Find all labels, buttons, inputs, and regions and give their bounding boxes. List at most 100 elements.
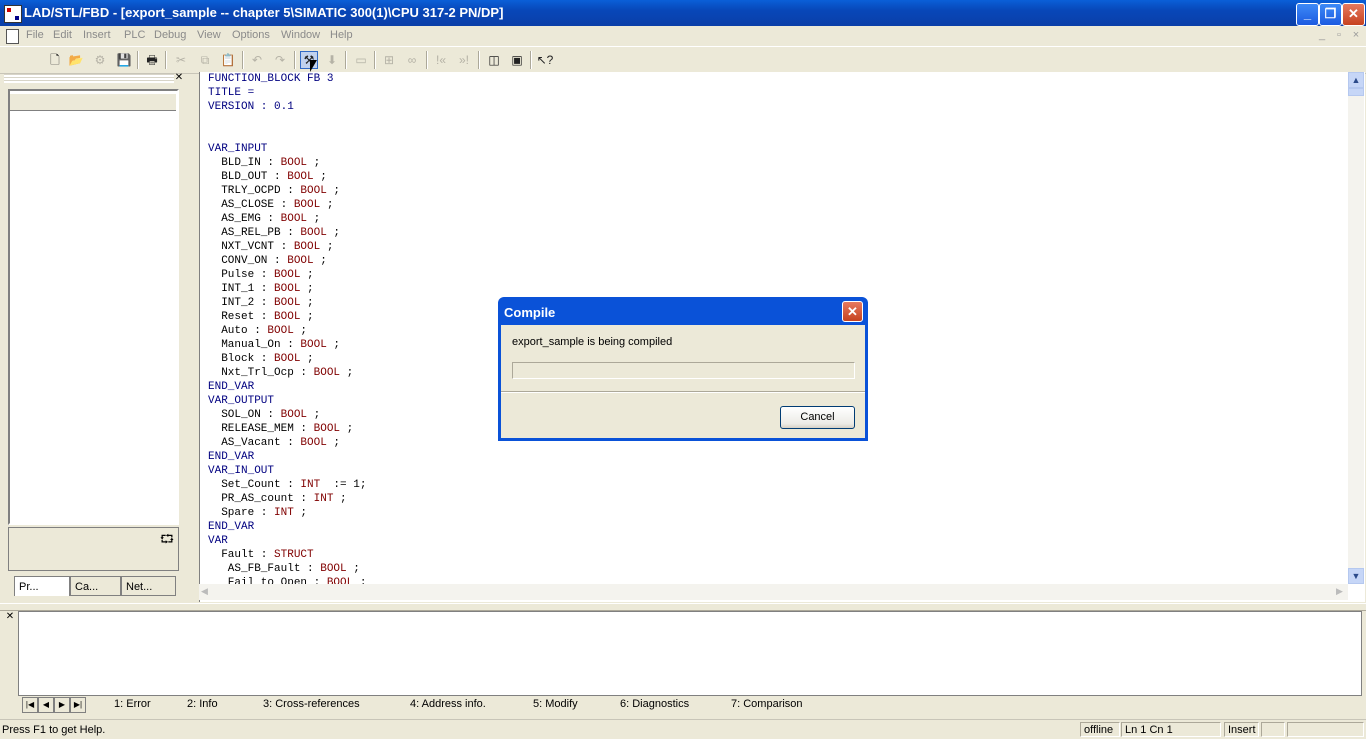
code-token: Block :	[208, 353, 275, 365]
tab-network[interactable]: Net...	[121, 576, 176, 596]
menu-options[interactable]: Options	[232, 29, 270, 41]
code-line[interactable]: VERSION : 0.1	[208, 100, 1338, 114]
horizontal-scrollbar[interactable]: ◀ ▶	[199, 584, 1348, 600]
code-line[interactable]: Set_Count : INT := 1;	[208, 478, 1338, 492]
code-token: BOOL	[280, 213, 308, 225]
code-token: ;	[326, 339, 341, 351]
vertical-scrollbar[interactable]: ▲ ▼	[1348, 72, 1364, 584]
menu-help[interactable]: Help	[330, 29, 353, 41]
left-panel-close-icon[interactable]: ✕	[174, 73, 184, 83]
left-panel-grip[interactable]	[4, 74, 174, 83]
scroll-thumb[interactable]	[1348, 88, 1364, 96]
code-line[interactable]: AS_FB_Fault : BOOL ;	[208, 562, 1338, 576]
code-line[interactable]	[208, 114, 1338, 128]
scroll-left-icon[interactable]: ◀	[201, 586, 208, 597]
minimize-button[interactable]: _	[1296, 3, 1319, 26]
detail-toggle-icon[interactable]: ⮔	[158, 530, 176, 548]
output-splitter[interactable]	[0, 603, 1366, 611]
code-line[interactable]	[208, 128, 1338, 142]
tab-error[interactable]: 1: Error	[114, 696, 151, 713]
tab-info[interactable]: 2: Info	[187, 696, 218, 713]
code-line[interactable]: CONV_ON : BOOL ;	[208, 254, 1338, 268]
code-line[interactable]: END_VAR	[208, 520, 1338, 534]
undo-icon[interactable]: ↶	[248, 51, 266, 69]
menu-window[interactable]: Window	[281, 29, 320, 41]
code-line[interactable]: AS_EMG : BOOL ;	[208, 212, 1338, 226]
new-icon[interactable]: 🗋	[46, 51, 64, 69]
code-line[interactable]: AS_CLOSE : BOOL ;	[208, 198, 1338, 212]
save-icon[interactable]: 💾	[115, 51, 133, 69]
code-line[interactable]: VAR	[208, 534, 1338, 548]
code-token: BOOL	[280, 157, 308, 169]
last-tab-icon[interactable]: ▶|	[70, 697, 86, 713]
paste-icon[interactable]: 📋	[219, 51, 237, 69]
monitor-icon[interactable]: ▭	[352, 51, 370, 69]
window-title-bar[interactable]: LAD/STL/FBD - [export_sample -- chapter …	[0, 0, 1366, 26]
print-icon[interactable]: 🖶	[143, 51, 161, 69]
download-icon[interactable]: ⬇	[323, 51, 341, 69]
code-line[interactable]: BLD_IN : BOOL ;	[208, 156, 1338, 170]
breakpoint-next-icon[interactable]: »!	[455, 51, 473, 69]
menu-edit[interactable]: Edit	[53, 29, 72, 41]
code-line[interactable]: VAR_INPUT	[208, 142, 1338, 156]
menu-file[interactable]: File	[26, 29, 44, 41]
code-line[interactable]: Spare : INT ;	[208, 506, 1338, 520]
help-pointer-icon[interactable]: ↖?	[536, 51, 554, 69]
code-token: INT	[300, 479, 321, 491]
open-icon[interactable]: 📂	[67, 51, 85, 69]
code-line[interactable]: PR_AS_count : INT ;	[208, 492, 1338, 506]
redo-icon[interactable]: ↷	[271, 51, 289, 69]
code-token: Spare :	[208, 507, 275, 519]
cancel-button[interactable]: Cancel	[780, 406, 855, 429]
tab-program-elements[interactable]: Pr...	[14, 576, 70, 596]
accessible-nodes-icon[interactable]: ⚙	[91, 51, 109, 69]
code-line[interactable]: TITLE =	[208, 86, 1338, 100]
details-icon[interactable]: ▣	[508, 51, 526, 69]
first-tab-icon[interactable]: |◀	[22, 697, 38, 713]
tab-modify[interactable]: 5: Modify	[533, 696, 578, 713]
output-window[interactable]	[18, 611, 1362, 696]
code-line[interactable]: Fail_to_Open : BOOL ;	[208, 576, 1338, 584]
scroll-down-icon[interactable]: ▼	[1348, 568, 1364, 584]
tab-cross-references[interactable]: 3: Cross-references	[263, 696, 360, 713]
code-line[interactable]: AS_REL_PB : BOOL ;	[208, 226, 1338, 240]
output-close-icon[interactable]: ✕	[5, 612, 15, 622]
menu-plc[interactable]: PLC	[124, 29, 145, 41]
code-line[interactable]: Pulse : BOOL ;	[208, 268, 1338, 282]
mdi-close-icon[interactable]: ×	[1349, 29, 1363, 41]
menu-view[interactable]: View	[197, 29, 221, 41]
network-icon[interactable]: ⊞	[380, 51, 398, 69]
tab-comparison[interactable]: 7: Comparison	[731, 696, 803, 713]
breakpoint-prev-icon[interactable]: !«	[432, 51, 450, 69]
overview-icon[interactable]: ◫	[485, 51, 503, 69]
document-icon[interactable]	[6, 29, 19, 44]
menu-insert[interactable]: Insert	[83, 29, 111, 41]
mdi-minimize-icon[interactable]: _	[1315, 29, 1329, 41]
tab-call-structure[interactable]: Ca...	[70, 576, 121, 596]
dialog-close-button[interactable]: ✕	[842, 301, 863, 322]
program-elements-tree[interactable]	[8, 89, 179, 525]
maximize-button[interactable]: ❐	[1319, 3, 1342, 26]
code-line[interactable]: END_VAR	[208, 450, 1338, 464]
code-line[interactable]: BLD_OUT : BOOL ;	[208, 170, 1338, 184]
code-token: ;	[340, 367, 354, 379]
tab-diagnostics[interactable]: 6: Diagnostics	[620, 696, 689, 713]
close-button[interactable]: ✕	[1342, 3, 1365, 26]
scroll-up-icon[interactable]: ▲	[1348, 72, 1364, 88]
code-line[interactable]: NXT_VCNT : BOOL ;	[208, 240, 1338, 254]
scroll-right-icon[interactable]: ▶	[1336, 586, 1343, 597]
tab-address-info[interactable]: 4: Address info.	[410, 696, 486, 713]
copy-icon[interactable]: ⧉	[196, 51, 214, 69]
code-line[interactable]: TRLY_OCPD : BOOL ;	[208, 184, 1338, 198]
code-line[interactable]: VAR_IN_OUT	[208, 464, 1338, 478]
code-line[interactable]: Fault : STRUCT	[208, 548, 1338, 562]
code-line[interactable]: INT_1 : BOOL ;	[208, 282, 1338, 296]
prev-tab-icon[interactable]: ◀	[38, 697, 54, 713]
glasses-icon[interactable]: ∞	[403, 51, 421, 69]
mdi-restore-icon[interactable]: ▫	[1332, 29, 1346, 41]
cut-icon[interactable]: ✂	[172, 51, 190, 69]
code-line[interactable]: FUNCTION_BLOCK FB 3	[208, 72, 1338, 86]
menu-debug[interactable]: Debug	[154, 29, 186, 41]
next-tab-icon[interactable]: ▶	[54, 697, 70, 713]
app-icon[interactable]	[4, 5, 22, 23]
